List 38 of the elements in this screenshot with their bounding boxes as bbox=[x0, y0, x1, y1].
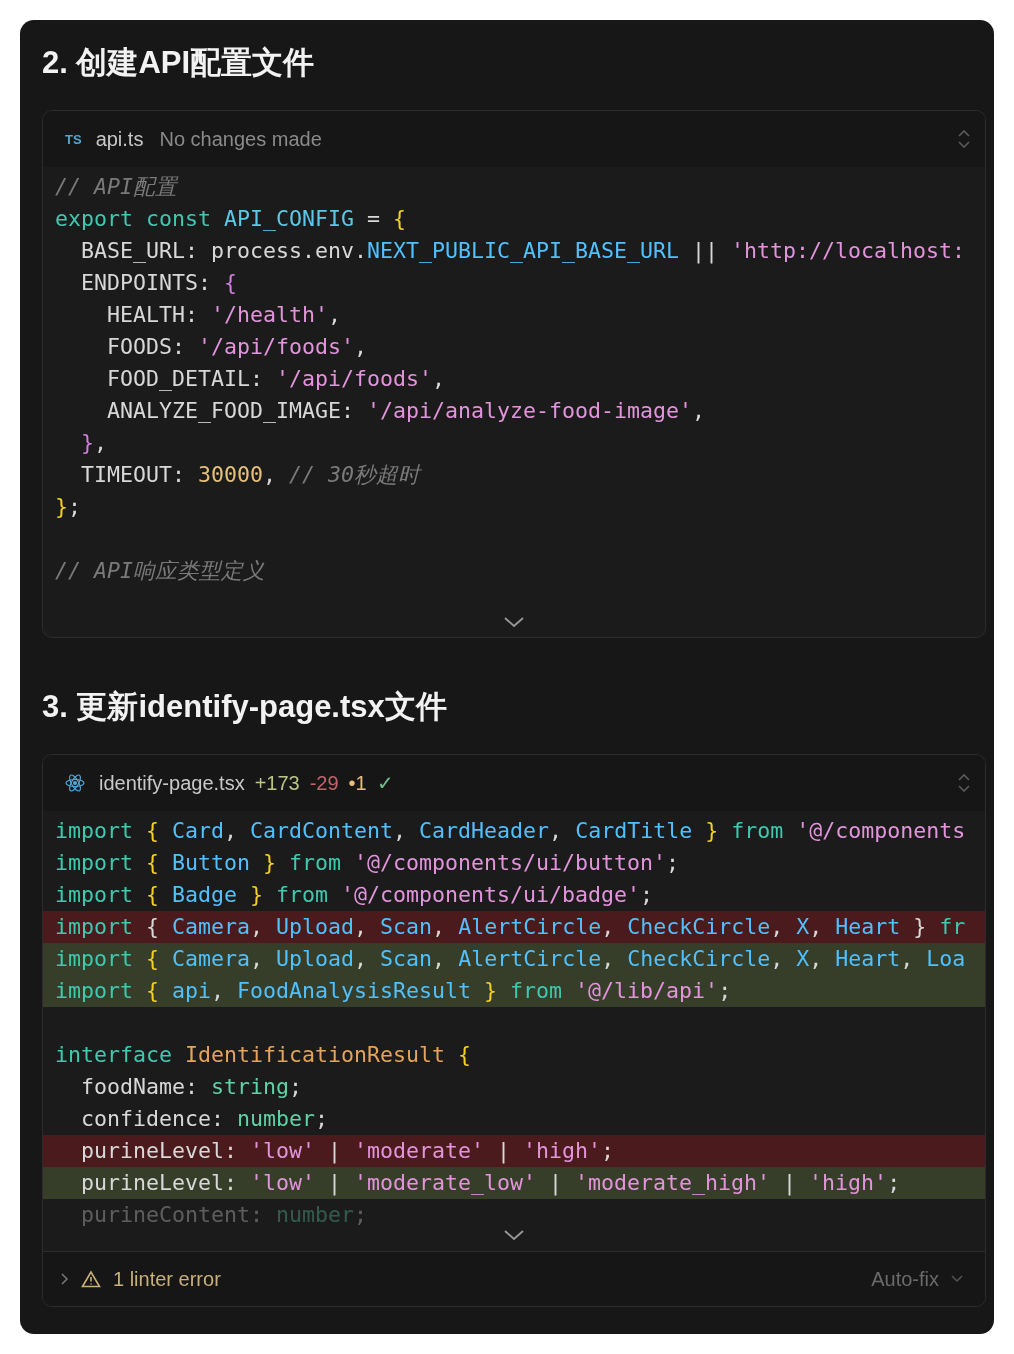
code-line: }; bbox=[54, 493, 83, 521]
file-status: •1 bbox=[348, 771, 367, 795]
section-heading: 2. 创建API配置文件 bbox=[42, 44, 316, 82]
file-status: No changes made bbox=[159, 127, 322, 151]
code-line: import { Card, CardContent, CardHeader, CardTitle } from '@/components bbox=[54, 817, 967, 845]
code-line: confidence: number; bbox=[80, 1105, 330, 1133]
code-line: // API配置 bbox=[54, 173, 180, 201]
code-line: // API响应类型定义 bbox=[54, 557, 266, 585]
chevron-down-icon[interactable] bbox=[503, 615, 525, 629]
warning-icon bbox=[81, 1270, 101, 1288]
atom-icon bbox=[65, 773, 85, 793]
auto-fix-button[interactable]: Auto-fix bbox=[871, 1267, 939, 1291]
code-line: foodName: string; bbox=[80, 1073, 304, 1101]
file-name: api.ts bbox=[95, 127, 144, 151]
code-line: import { Button } from '@/components/ui/button'; bbox=[54, 849, 681, 877]
code-line: export const API_CONFIG = { bbox=[54, 205, 408, 233]
code-line: FOOD_DETAIL: '/api/foods', bbox=[106, 365, 447, 393]
code-line: interface IdentificationResult { bbox=[54, 1041, 473, 1069]
chevron-down-icon[interactable] bbox=[503, 1228, 525, 1242]
file-status: -29 bbox=[309, 771, 339, 795]
linter-message: 1 linter error bbox=[113, 1267, 221, 1291]
code-line: import { Badge } from '@/components/ui/badge'; bbox=[54, 881, 655, 909]
file-name: identify-page.tsx bbox=[99, 771, 245, 795]
code-line: ENDPOINTS: { bbox=[80, 269, 239, 297]
code-line: BASE_URL: process.env.NEXT_PUBLIC_API_BASE_URL || 'http://localhost: bbox=[80, 237, 967, 266]
file-status: ✓ bbox=[376, 771, 394, 795]
code-line: TIMEOUT: 30000, // 30秒超时 bbox=[80, 461, 423, 489]
code-line: FOODS: '/api/foods', bbox=[106, 333, 369, 361]
code-line: HEALTH: '/health', bbox=[106, 301, 343, 329]
code-line: ANALYZE_FOOD_IMAGE: '/api/analyze-food-image', bbox=[106, 397, 707, 425]
file-status: +173 bbox=[254, 771, 300, 795]
code-line: purineContent: number; bbox=[80, 1201, 369, 1229]
expand-collapse-icon[interactable] bbox=[957, 772, 971, 794]
typescript-file-icon: TS bbox=[65, 131, 82, 147]
code-line: }, bbox=[80, 429, 109, 457]
section-heading: 3. 更新identify-page.tsx文件 bbox=[42, 688, 448, 726]
chevron-right-icon[interactable] bbox=[59, 1272, 69, 1286]
expand-collapse-icon[interactable] bbox=[957, 128, 971, 150]
